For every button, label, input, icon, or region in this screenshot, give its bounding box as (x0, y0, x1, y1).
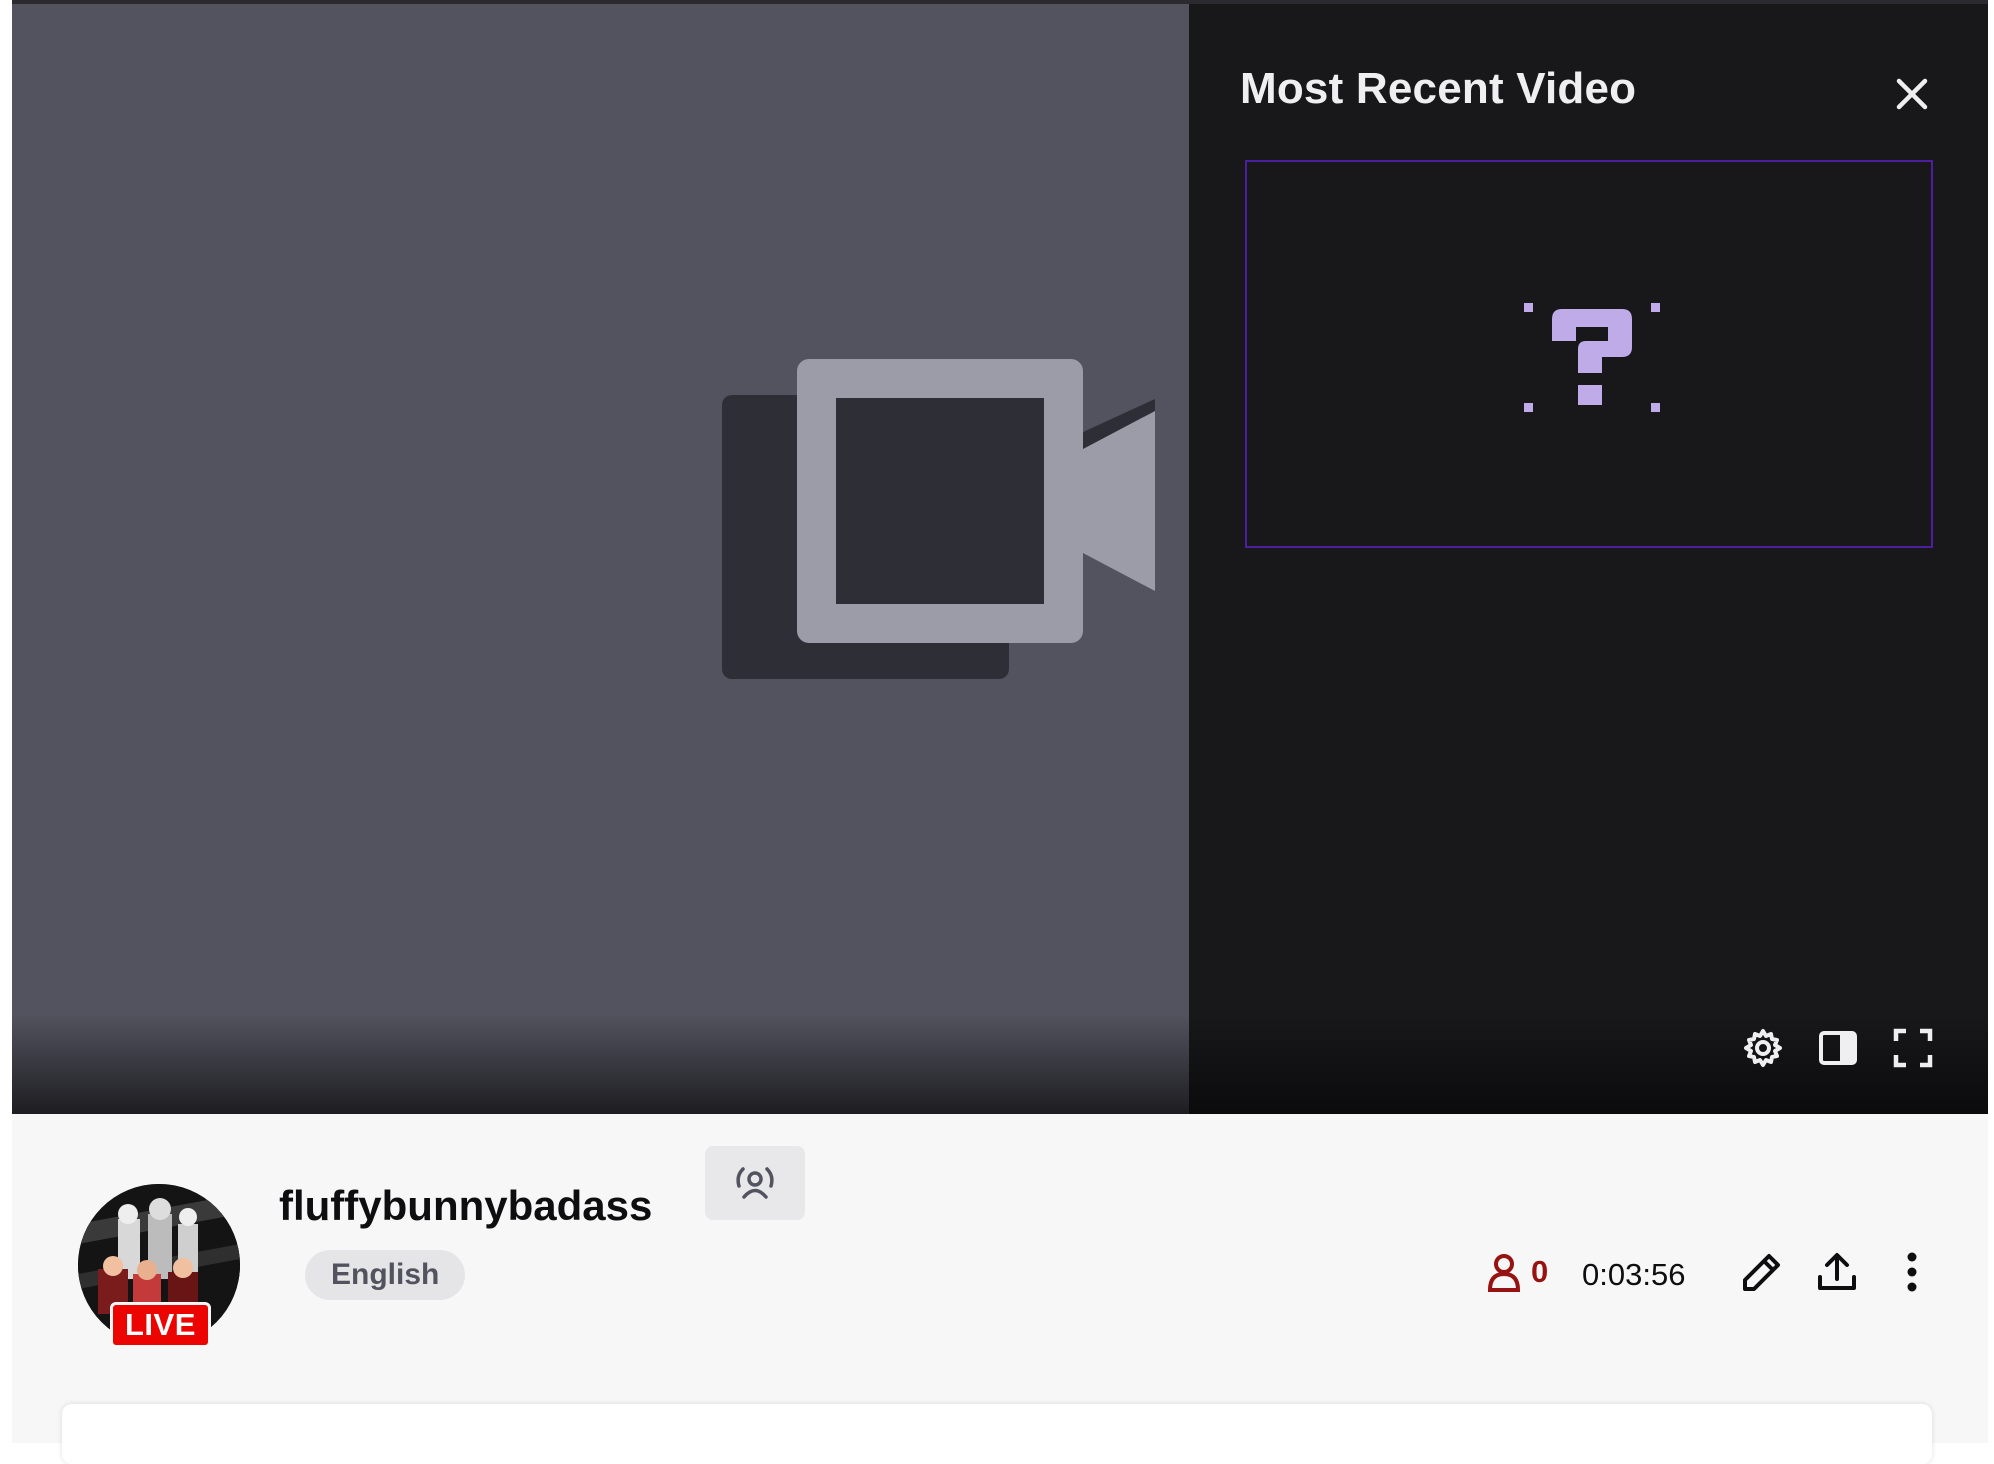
viewer-count: 0 (1487, 1252, 1548, 1292)
settings-button[interactable] (1739, 1024, 1787, 1072)
more-vertical-icon (1907, 1252, 1917, 1292)
recent-video-thumbnail[interactable] (1245, 160, 1933, 548)
fullscreen-button[interactable] (1889, 1024, 1937, 1072)
share-button[interactable] (1807, 1242, 1867, 1302)
content-card (62, 1404, 1932, 1464)
question-mark-icon (1524, 303, 1660, 412)
broadcast-button[interactable] (705, 1146, 805, 1220)
share-icon (1818, 1253, 1856, 1290)
edit-stream-info-button[interactable] (1732, 1242, 1792, 1302)
person-icon (1487, 1254, 1521, 1292)
close-icon (1896, 78, 1928, 110)
more-options-button[interactable] (1882, 1242, 1942, 1302)
viewer-count-value: 0 (1531, 1254, 1549, 1289)
theatre-mode-button[interactable] (1814, 1024, 1862, 1072)
panel-controls-gradient (1189, 1014, 1988, 1114)
video-player[interactable]: Most Recent Video (12, 4, 1988, 1114)
language-tag[interactable]: English (305, 1250, 466, 1300)
theatre-mode-icon (1819, 1031, 1857, 1065)
close-button[interactable] (1887, 69, 1937, 119)
channel-info-bar: LIVE fluffybunnybadass English 0 0:03:56 (12, 1114, 1988, 1464)
right-scroll-edge (1988, 0, 1994, 1443)
broadcast-icon (736, 1167, 774, 1199)
live-badge: LIVE (110, 1302, 211, 1348)
channel-avatar-wrapper: LIVE (78, 1184, 240, 1348)
most-recent-video-panel: Most Recent Video (1189, 4, 1988, 1114)
channel-name[interactable]: fluffybunnybadass (279, 1182, 652, 1230)
fullscreen-icon (1893, 1028, 1933, 1068)
stream-uptime: 0:03:56 (1582, 1257, 1686, 1292)
gear-icon (1744, 1029, 1782, 1067)
pencil-icon (1743, 1254, 1780, 1291)
panel-title: Most Recent Video (1240, 64, 1637, 113)
